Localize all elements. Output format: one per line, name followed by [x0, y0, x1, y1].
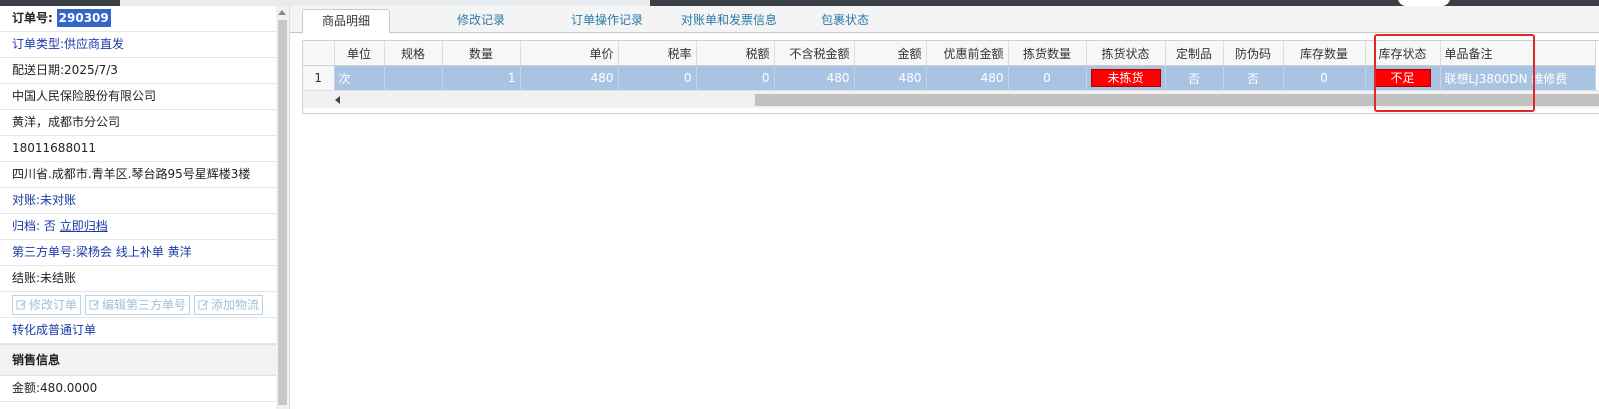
tab-statement-invoice[interactable]: 对账单和发票信息	[666, 9, 792, 32]
order-type: 订单类型:供应商直发	[0, 32, 276, 58]
tab-product-detail[interactable]: 商品明细	[302, 9, 390, 34]
cell-qty: 1	[442, 65, 521, 90]
column-header[interactable]: 不含税金额	[774, 41, 855, 66]
scroll-left-arrow-icon[interactable]	[335, 96, 340, 104]
archive-row: 归档: 否 立即归档	[0, 214, 276, 240]
column-header[interactable]: 金额	[854, 41, 927, 66]
tab-order-operation-log[interactable]: 订单操作记录	[544, 9, 670, 32]
edit-icon	[89, 300, 100, 310]
row-number: 1	[303, 65, 335, 90]
archive-now-link[interactable]: 立即归档	[60, 219, 108, 233]
cell-amount: 480	[854, 65, 927, 90]
cell-pick-qty: 0	[1008, 65, 1087, 90]
cell-anti-fake: 否	[1223, 65, 1284, 90]
column-header[interactable]: 单位	[334, 41, 385, 66]
sales-amount: 金额:480.0000	[0, 376, 276, 402]
order-info-panel: 订单号: 290309 订单类型:供应商直发 配送日期:2025/7/3 中国人…	[0, 6, 277, 409]
cell-net-amount: 480	[774, 65, 855, 90]
column-header[interactable]: 防伪码	[1223, 41, 1284, 66]
tab-package-status[interactable]: 包裹状态	[790, 9, 900, 32]
cell-tax-amount: 0	[696, 65, 775, 90]
customer-company: 中国人民保险股份有限公司	[0, 84, 276, 110]
customer-contact: 黄洋，成都市分公司	[0, 110, 276, 136]
column-header[interactable]: 税率	[618, 41, 697, 66]
column-header[interactable]: 税额	[696, 41, 775, 66]
order-number-value[interactable]: 290309	[56, 9, 111, 27]
cell-price: 480	[520, 65, 619, 90]
order-number-row: 订单号: 290309	[0, 6, 276, 32]
column-header[interactable]: 单价	[520, 41, 619, 66]
column-header[interactable]: 拣货状态	[1086, 41, 1166, 66]
column-header[interactable]: 拣货数量	[1008, 41, 1087, 66]
edit-third-party-label: 编辑第三方单号	[102, 297, 187, 312]
settlement-status: 结账:未结账	[0, 266, 276, 292]
cell-tax-rate: 0	[618, 65, 697, 90]
cell-unit: 次	[334, 65, 385, 90]
archive-label: 归档:	[12, 219, 41, 233]
convert-order-link[interactable]: 转化成普通订单	[0, 318, 276, 344]
sales-info-header: 销售信息	[0, 344, 276, 376]
remark-highlight-box	[1374, 34, 1535, 112]
pick-status-badge: 未拣货	[1090, 69, 1161, 87]
edit-order-label: 修改订单	[29, 297, 78, 312]
order-number-label: 订单号:	[12, 11, 53, 25]
cell-stock-qty: 0	[1283, 65, 1366, 90]
add-logistics-label: 添加物流	[211, 297, 260, 312]
cell-spec	[384, 65, 443, 90]
tab-change-log[interactable]: 修改记录	[418, 9, 544, 32]
cell-custom: 否	[1165, 65, 1224, 90]
cell-pre-discount: 480	[926, 65, 1009, 90]
reconcile-status: 对账:未对账	[0, 188, 276, 214]
column-header[interactable]: 库存数量	[1283, 41, 1366, 66]
scroll-thumb[interactable]	[278, 20, 287, 405]
column-header[interactable]: 优惠前金额	[926, 41, 1009, 66]
column-header[interactable]: 数量	[442, 41, 521, 66]
tab-bar: 商品明细 修改记录 订单操作记录 对账单和发票信息 包裹状态	[290, 6, 1599, 34]
left-panel-scrollbar[interactable]	[276, 6, 290, 409]
edit-third-party-button[interactable]: 编辑第三方单号	[85, 294, 191, 315]
delivery-date: 配送日期:2025/7/3	[0, 58, 276, 84]
cell-pick-status: 未拣货	[1086, 65, 1166, 90]
customer-phone: 18011688011	[0, 136, 276, 162]
archive-status: 否	[43, 219, 56, 233]
column-header	[303, 41, 335, 66]
add-logistics-button[interactable]: 添加物流	[194, 294, 264, 315]
edit-icon	[16, 300, 27, 310]
column-header[interactable]: 定制品	[1165, 41, 1224, 66]
scroll-up-arrow-icon[interactable]	[278, 10, 286, 15]
edit-icon	[198, 300, 209, 310]
column-header[interactable]: 规格	[384, 41, 443, 66]
third-party-number: 第三方单号:梁杨会 线上补单 黄洋	[0, 240, 276, 266]
action-buttons: 修改订单 编辑第三方单号 添加物流	[0, 292, 276, 318]
customer-address: 四川省.成都市.青羊区.琴台路95号星辉楼3楼	[0, 162, 276, 188]
edit-order-button[interactable]: 修改订单	[12, 294, 82, 315]
